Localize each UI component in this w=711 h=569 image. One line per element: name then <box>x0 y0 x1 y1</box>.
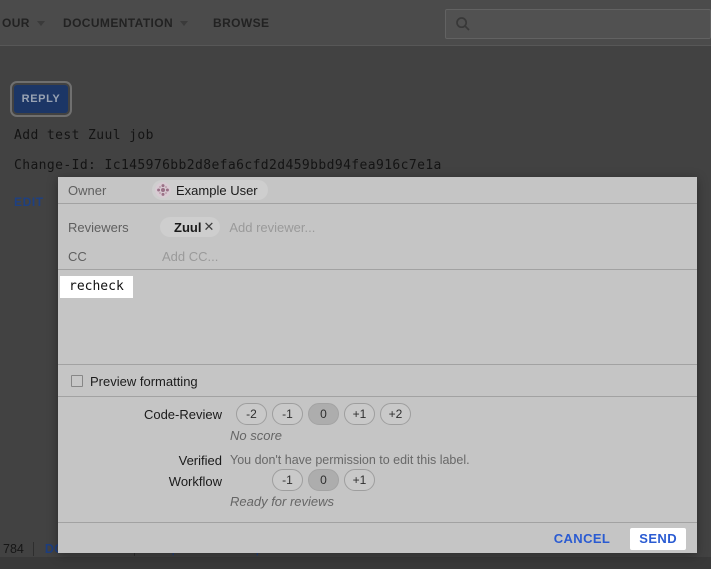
labels-section: Code-Review -2 -1 0 +1 +2 No score Verif… <box>58 398 697 523</box>
top-navbar: OUR DOCUMENTATION BROWSE <box>0 0 711 46</box>
search-input[interactable] <box>477 16 710 33</box>
nav-menu-your[interactable]: OUR <box>2 0 45 46</box>
send-button[interactable]: SEND <box>630 528 686 550</box>
chevron-down-icon <box>37 21 45 26</box>
search-box[interactable] <box>445 9 711 39</box>
code-review-label: Code-Review <box>58 407 222 422</box>
code-review-plus-2-button[interactable]: +2 <box>380 403 411 425</box>
nav-menu-documentation-label: DOCUMENTATION <box>63 16 173 30</box>
cc-label: CC <box>68 249 160 264</box>
workflow-buttons: -1 0 +1 <box>272 469 375 491</box>
cancel-button[interactable]: CANCEL <box>548 530 617 547</box>
reply-button[interactable]: REPLY <box>14 85 68 113</box>
chevron-down-icon <box>180 21 188 26</box>
avatar <box>155 182 171 198</box>
nav-menu-documentation[interactable]: DOCUMENTATION <box>63 0 188 46</box>
nav-menu-your-label: OUR <box>2 16 30 30</box>
code-review-status: No score <box>230 428 282 443</box>
cc-row: CC <box>58 244 697 268</box>
people-section: Reviewers Zuul ✕ CC <box>58 205 697 270</box>
code-review-minus-2-button[interactable]: -2 <box>236 403 267 425</box>
message-section: recheck <box>58 270 697 365</box>
owner-row: Owner Example User <box>58 177 697 204</box>
edit-link[interactable]: EDIT <box>14 195 44 209</box>
nav-menu-browse-label: BROWSE <box>213 16 269 30</box>
workflow-minus-1-button[interactable]: -1 <box>272 469 303 491</box>
owner-chip: Example User <box>152 180 268 200</box>
preview-formatting-label: Preview formatting <box>90 374 198 389</box>
workflow-plus-1-button[interactable]: +1 <box>344 469 375 491</box>
owner-chip-name: Example User <box>176 183 258 198</box>
reply-dialog: Owner Example User Reviewers Zuul ✕ <box>58 177 697 553</box>
code-review-buttons: -2 -1 0 +1 +2 <box>236 403 411 425</box>
add-reviewer-input[interactable] <box>227 219 377 236</box>
search-icon <box>455 16 471 32</box>
remove-reviewer-icon[interactable]: ✕ <box>203 219 214 235</box>
bottom-strip <box>0 557 711 569</box>
commit-message-subject: Add test Zuul job <box>14 128 154 143</box>
verified-label: Verified <box>58 453 222 468</box>
nav-menu-browse[interactable]: BROWSE <box>213 0 269 46</box>
workflow-zero-button[interactable]: 0 <box>308 469 339 491</box>
verified-permission-text: You don't have permission to edit this l… <box>230 453 470 467</box>
patchset-number: 784 <box>0 542 33 556</box>
preview-formatting-checkbox[interactable] <box>71 375 83 387</box>
change-id-line: Change-Id: Ic145976bb2d8efa6cfd2d459bbd9… <box>14 158 442 173</box>
dialog-actions: CANCEL SEND <box>58 524 697 553</box>
add-cc-input[interactable] <box>160 248 310 265</box>
preview-formatting-row: Preview formatting <box>58 366 697 397</box>
reviewer-chip-zuul: Zuul ✕ <box>160 217 220 237</box>
reviewers-row: Reviewers Zuul ✕ <box>58 215 697 239</box>
code-review-plus-1-button[interactable]: +1 <box>344 403 375 425</box>
reply-message-textarea[interactable]: recheck <box>60 276 133 298</box>
code-review-zero-button[interactable]: 0 <box>308 403 339 425</box>
workflow-label: Workflow <box>58 474 222 489</box>
reviewers-label: Reviewers <box>68 220 160 235</box>
owner-label: Owner <box>68 183 152 198</box>
workflow-status: Ready for reviews <box>230 494 334 509</box>
code-review-minus-1-button[interactable]: -1 <box>272 403 303 425</box>
reviewer-chip-name: Zuul <box>174 220 201 235</box>
